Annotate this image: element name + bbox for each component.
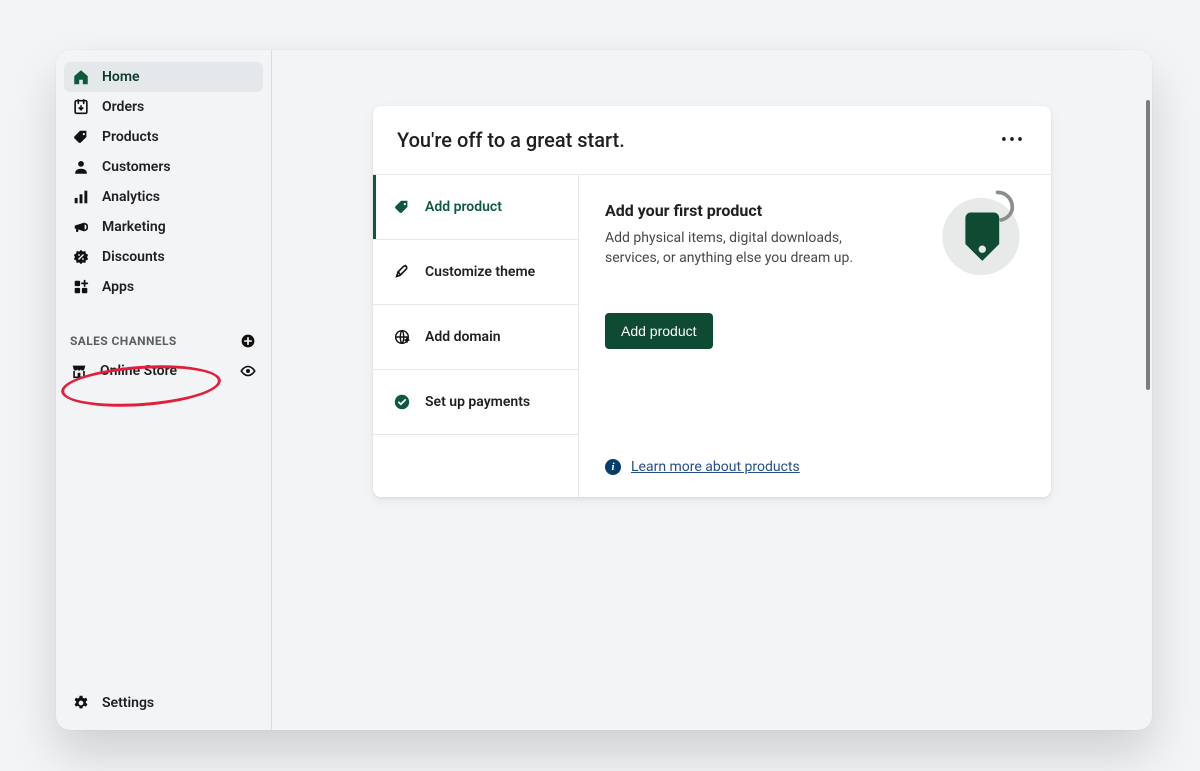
- card-body: Add product Customize theme: [373, 175, 1051, 497]
- add-channel-button[interactable]: [239, 332, 257, 350]
- nav-label: Home: [102, 69, 140, 85]
- check-circle-icon: [393, 393, 411, 411]
- add-product-button[interactable]: Add product: [605, 313, 713, 349]
- apps-icon: [72, 278, 90, 296]
- nav-item-home[interactable]: Home: [64, 62, 263, 92]
- step-setup-payments[interactable]: Set up payments: [373, 370, 578, 435]
- learn-more-link[interactable]: Learn more about products: [631, 459, 800, 475]
- main-content: You're off to a great start. ••• Add pro…: [272, 50, 1152, 730]
- step-label: Add domain: [425, 329, 501, 345]
- step-detail: Add your first product Add physical item…: [579, 175, 1051, 497]
- nav-item-apps[interactable]: Apps: [64, 272, 263, 302]
- step-customize-theme[interactable]: Customize theme: [373, 240, 578, 305]
- bars-icon: [72, 188, 90, 206]
- discount-icon: [72, 248, 90, 266]
- channel-online-store[interactable]: Online Store: [56, 356, 271, 386]
- nav-label: Analytics: [102, 189, 160, 205]
- globe-icon: [393, 328, 411, 346]
- nav-label: Customers: [102, 159, 171, 175]
- nav-item-products[interactable]: Products: [64, 122, 263, 152]
- view-store-button[interactable]: [239, 362, 257, 380]
- nav-label: Products: [102, 129, 159, 145]
- step-label: Add product: [425, 199, 502, 215]
- person-icon: [72, 158, 90, 176]
- nav-label: Orders: [102, 99, 144, 115]
- nav-item-settings[interactable]: Settings: [64, 688, 263, 718]
- viewport: Home Orders Products: [0, 0, 1200, 771]
- product-tag-illustration: [935, 185, 1027, 277]
- card-title: You're off to a great start.: [397, 128, 625, 152]
- step-label: Customize theme: [425, 264, 535, 280]
- home-icon: [72, 68, 90, 86]
- megaphone-icon: [72, 218, 90, 236]
- scrollbar-indicator[interactable]: [1146, 100, 1150, 390]
- nav-item-analytics[interactable]: Analytics: [64, 182, 263, 212]
- card-more-button[interactable]: •••: [999, 126, 1027, 154]
- nav-label: Discounts: [102, 249, 165, 265]
- onboarding-steps: Add product Customize theme: [373, 175, 579, 497]
- tag-icon: [72, 128, 90, 146]
- step-add-product[interactable]: Add product: [373, 175, 578, 240]
- step-label: Set up payments: [425, 394, 530, 410]
- gear-icon: [72, 694, 90, 712]
- learn-more-row: i Learn more about products: [605, 459, 1025, 475]
- sales-channels-title: SALES CHANNELS: [70, 334, 177, 348]
- button-label: Add product: [621, 323, 697, 339]
- nav-label: Apps: [102, 279, 134, 295]
- detail-description: Add physical items, digital downloads, s…: [605, 228, 865, 269]
- nav-item-marketing[interactable]: Marketing: [64, 212, 263, 242]
- sales-channels-header: SALES CHANNELS: [56, 332, 271, 350]
- onboarding-card: You're off to a great start. ••• Add pro…: [373, 106, 1051, 497]
- step-add-domain[interactable]: Add domain: [373, 305, 578, 370]
- nav-label: Marketing: [102, 219, 166, 235]
- card-header: You're off to a great start. •••: [373, 106, 1051, 175]
- tag-icon: [393, 198, 411, 216]
- brush-icon: [393, 263, 411, 281]
- primary-nav: Home Orders Products: [56, 58, 271, 302]
- nav-item-discounts[interactable]: Discounts: [64, 242, 263, 272]
- sidebar: Home Orders Products: [56, 50, 272, 730]
- app-window: Home Orders Products: [56, 50, 1152, 730]
- channel-label: Online Store: [100, 363, 227, 379]
- nav-item-customers[interactable]: Customers: [64, 152, 263, 182]
- info-icon: i: [605, 459, 621, 475]
- orders-icon: [72, 98, 90, 116]
- step-spacer: [373, 435, 578, 497]
- store-icon: [70, 362, 88, 380]
- nav-item-orders[interactable]: Orders: [64, 92, 263, 122]
- settings-label: Settings: [102, 695, 154, 711]
